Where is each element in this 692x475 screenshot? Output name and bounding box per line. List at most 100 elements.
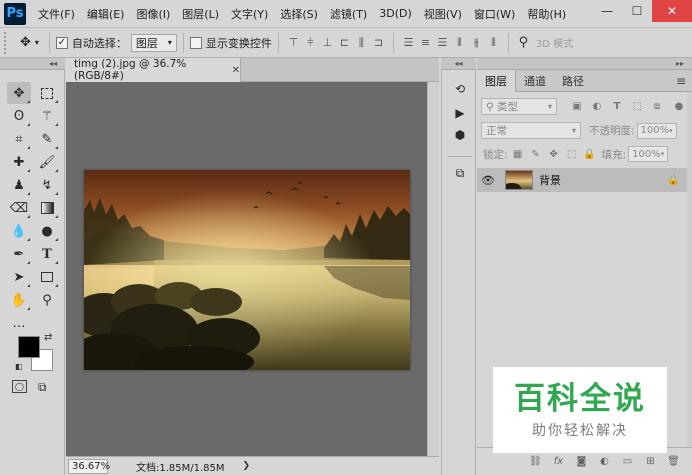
canvas-vertical-scrollbar[interactable] <box>427 82 439 456</box>
distribute-right-icon[interactable]: ⫴ <box>485 34 502 52</box>
clone-stamp-icon[interactable]: ♟ <box>7 174 31 196</box>
healing-brush-icon[interactable]: ✚ <box>7 151 31 173</box>
trash-icon[interactable]: 🗑 <box>665 454 682 470</box>
foreground-color-swatch[interactable] <box>18 336 40 358</box>
align-left-icon[interactable]: ⊏ <box>336 34 353 52</box>
tools-collapse-bar[interactable]: ◂◂ <box>0 58 65 70</box>
eyedropper-icon[interactable]: ✎ <box>35 128 59 150</box>
brush-icon[interactable]: 🖌 <box>35 151 59 173</box>
default-colors-icon[interactable]: ◧ <box>15 362 23 371</box>
options-grip[interactable] <box>4 31 12 54</box>
menu-3d[interactable]: 3D(D) <box>373 7 418 20</box>
auto-select-target-dropdown[interactable]: 图层 ▾ <box>130 33 177 52</box>
blur-icon[interactable]: 💧 <box>7 220 31 242</box>
marquee-icon[interactable] <box>35 82 59 104</box>
hand-icon[interactable]: ✋ <box>7 289 31 311</box>
close-button[interactable]: ✕ <box>652 0 692 22</box>
3d-cube-icon[interactable]: ⬢ <box>451 126 469 144</box>
layers-vertical-scrollbar[interactable] <box>687 92 692 447</box>
pen-icon[interactable]: ✒ <box>7 243 31 265</box>
opacity-field[interactable]: 100% ▾ <box>636 122 677 139</box>
search-icon[interactable]: ⚲ <box>515 34 532 52</box>
panel-menu-icon[interactable]: ≡ <box>676 74 686 88</box>
adjustment-layer-icon[interactable]: ◐ <box>596 454 613 470</box>
layer-style-icon[interactable]: fx <box>550 454 567 470</box>
filter-adjustment-icon[interactable]: ◐ <box>589 99 605 115</box>
new-layer-icon[interactable]: ⊞ <box>642 454 659 470</box>
distribute-top-icon[interactable]: ☰ <box>400 34 417 52</box>
filter-toggle-icon[interactable]: ● <box>671 99 687 115</box>
link-layers-icon[interactable]: ⛓ <box>527 454 544 470</box>
distribute-left-icon[interactable]: ⫴ <box>451 34 468 52</box>
menu-edit[interactable]: 编辑(E) <box>81 6 131 22</box>
gradient-icon[interactable] <box>35 197 59 219</box>
history-icon[interactable]: ⟲ <box>451 80 469 98</box>
filter-smart-object-icon[interactable]: ⧈ <box>649 99 665 115</box>
zoom-icon[interactable]: ⚲ <box>35 289 59 311</box>
menu-layer[interactable]: 图层(L) <box>176 6 225 22</box>
blend-mode-dropdown[interactable]: 正常 ▾ <box>481 122 581 139</box>
lasso-icon[interactable]: ʘ <box>7 105 31 127</box>
lock-all-icon[interactable]: 🔒 <box>582 146 598 162</box>
new-group-icon[interactable]: ▭ <box>619 454 636 470</box>
tab-paths[interactable]: 路径 <box>554 70 592 92</box>
history-brush-icon[interactable]: ↯ <box>35 174 59 196</box>
filter-type-icon[interactable]: T <box>609 99 625 115</box>
show-transform-checkbox[interactable] <box>189 36 202 49</box>
zoom-level-field[interactable]: 36.67% <box>68 458 110 474</box>
eraser-icon[interactable]: ⌫ <box>7 197 31 219</box>
dodge-icon[interactable]: ● <box>35 220 59 242</box>
align-hcenter-icon[interactable]: ⫼ <box>353 34 370 52</box>
more-tools-icon[interactable]: … <box>7 312 31 334</box>
tab-channels[interactable]: 通道 <box>516 70 554 92</box>
lock-image-icon[interactable]: ✎ <box>528 146 544 162</box>
menu-view[interactable]: 视图(V) <box>418 6 468 22</box>
tab-layers[interactable]: 图层 <box>477 70 516 92</box>
menu-select[interactable]: 选择(S) <box>274 6 324 22</box>
fill-field[interactable]: 100% ▾ <box>628 146 669 162</box>
play-actions-icon[interactable]: ▶ <box>451 104 469 122</box>
move-icon[interactable]: ✥ <box>7 82 31 104</box>
menu-type[interactable]: 文字(Y) <box>225 6 274 22</box>
menu-file[interactable]: 文件(F) <box>32 6 81 22</box>
filter-shape-icon[interactable]: ⬚ <box>629 99 645 115</box>
lock-position-icon[interactable]: ✥ <box>546 146 562 162</box>
crop-icon[interactable]: ⌗ <box>7 128 31 150</box>
align-vcenter-icon[interactable]: ⫩ <box>302 34 319 52</box>
screen-mode-icon[interactable]: ⧉ <box>38 380 47 395</box>
quick-mask-icon[interactable]: ◯ <box>12 380 27 393</box>
tool-preset-picker[interactable]: ✥ ▾ <box>16 35 43 50</box>
path-select-icon[interactable]: ➤ <box>7 266 31 288</box>
menu-filter[interactable]: 滤镜(T) <box>324 6 373 22</box>
add-mask-icon[interactable]: ◙ <box>573 454 590 470</box>
properties-icon[interactable]: ⧉ <box>451 164 469 182</box>
document-image[interactable] <box>84 170 410 370</box>
chevron-right-icon[interactable]: ❯ <box>243 461 251 471</box>
magic-wand-icon[interactable]: ⚚ <box>35 105 59 127</box>
lock-artboard-icon[interactable]: ⬚ <box>564 146 580 162</box>
distribute-hcenter-icon[interactable]: ⫵ <box>468 34 485 52</box>
lock-transparent-icon[interactable]: ▦ <box>510 146 526 162</box>
right-panel-collapse-bar[interactable]: ▸▸ <box>477 58 692 70</box>
swap-colors-icon[interactable]: ⇄ <box>44 332 52 343</box>
type-icon[interactable]: T <box>35 243 59 265</box>
mid-panel-collapse-bar[interactable]: ◂◂ <box>441 58 476 70</box>
close-icon[interactable]: ✕ <box>232 65 240 76</box>
align-bottom-icon[interactable]: ⊥ <box>319 34 336 52</box>
menu-help[interactable]: 帮助(H) <box>521 6 572 22</box>
filter-pixel-icon[interactable]: ▣ <box>569 99 585 115</box>
distribute-bottom-icon[interactable]: ☰ <box>434 34 451 52</box>
auto-select-checkbox[interactable]: ✓ <box>55 36 68 49</box>
minimize-button[interactable]: — <box>592 0 622 22</box>
layer-row[interactable]: 👁 背景 🔒 <box>477 168 687 192</box>
menu-image[interactable]: 图像(I) <box>130 6 176 22</box>
menu-window[interactable]: 窗口(W) <box>468 6 521 22</box>
maximize-button[interactable]: ☐ <box>622 0 652 22</box>
align-top-icon[interactable]: ⊤ <box>285 34 302 52</box>
distribute-vcenter-icon[interactable]: ≡ <box>417 34 434 52</box>
align-right-icon[interactable]: ⊐ <box>370 34 387 52</box>
filter-kind-dropdown[interactable]: ⚲ 类型 ▾ <box>481 98 557 115</box>
rectangle-icon[interactable] <box>35 266 59 288</box>
document-tab[interactable]: timg (2).jpg @ 36.7%(RGB/8#) ✕ <box>66 58 241 82</box>
eye-icon[interactable]: 👁 <box>477 174 499 187</box>
